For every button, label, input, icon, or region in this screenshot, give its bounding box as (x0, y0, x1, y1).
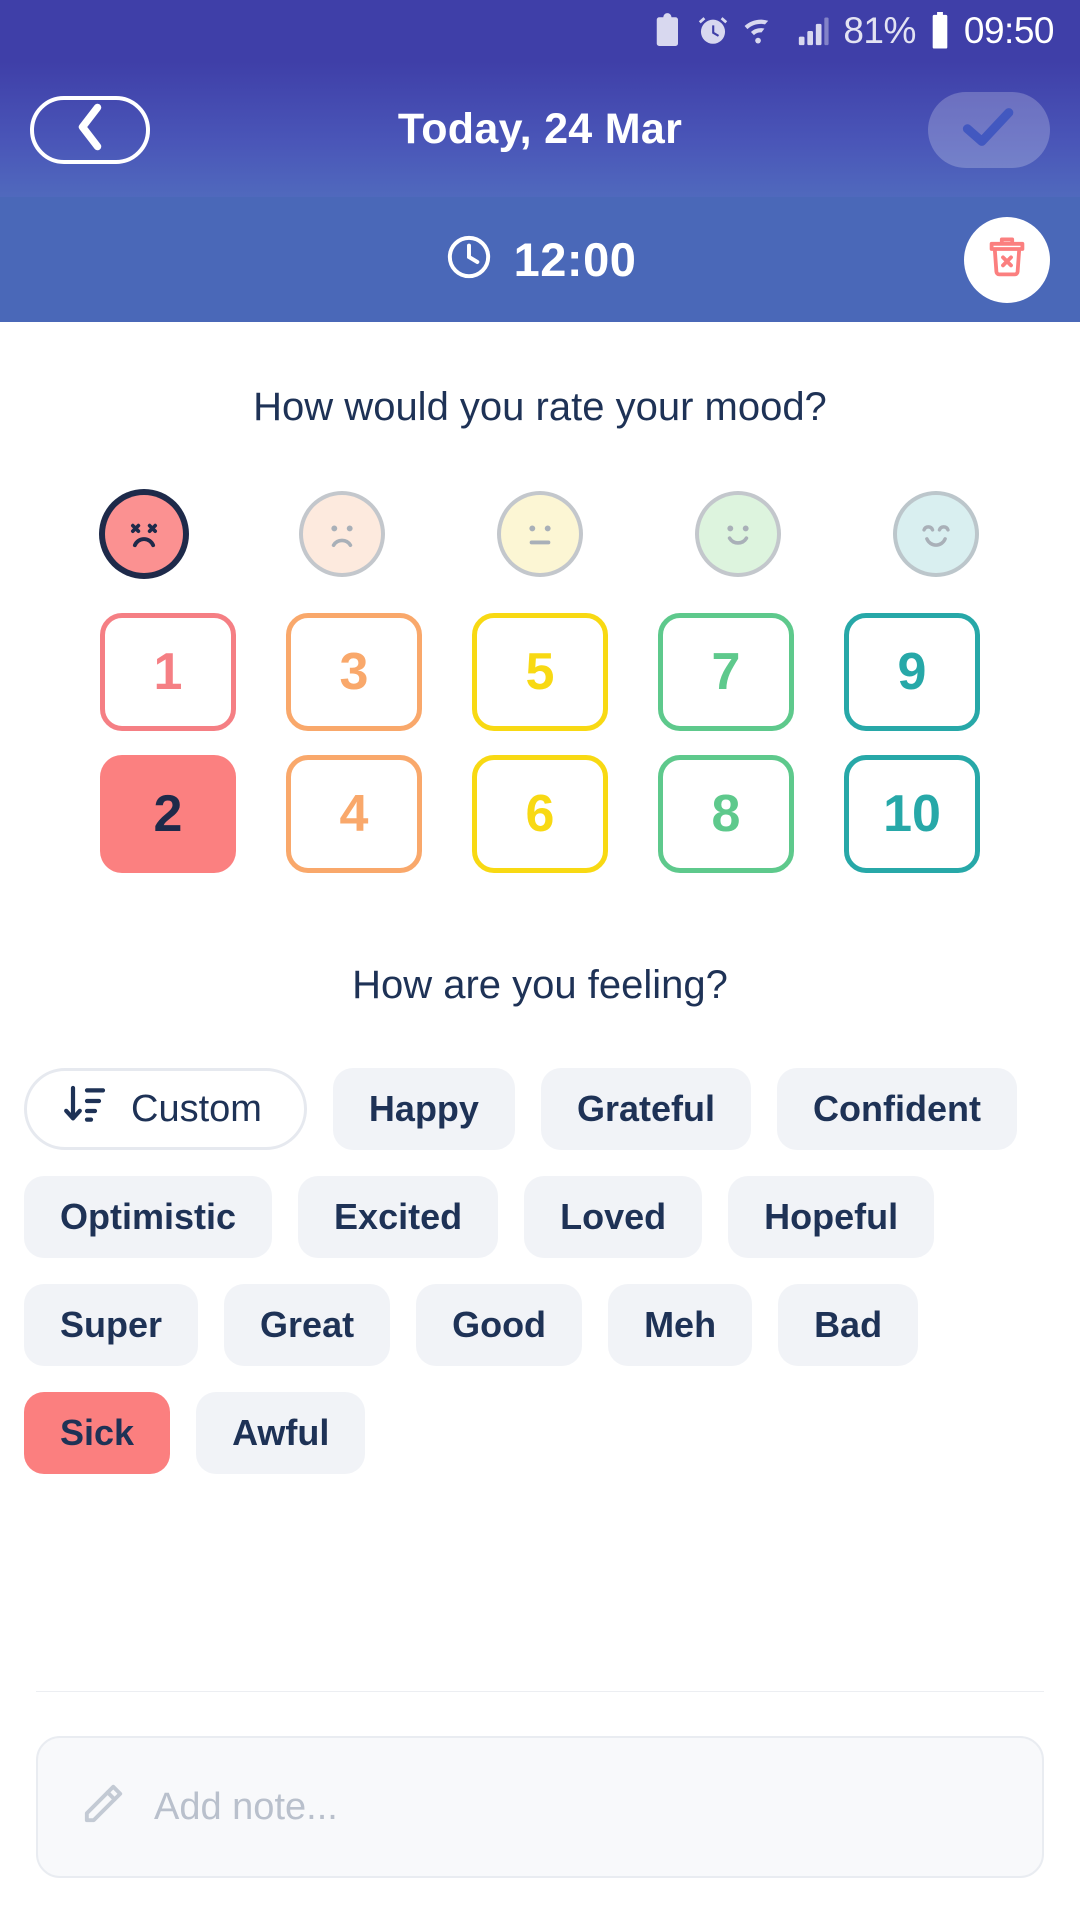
mood-face-awful[interactable] (105, 495, 183, 573)
battery-percent: 81% (843, 10, 916, 51)
sort-descending-icon (61, 1080, 109, 1138)
feeling-tag-label: Loved (560, 1196, 667, 1237)
mood-number-label: 10 (883, 785, 941, 843)
feeling-tag-happy[interactable]: Happy (332, 1068, 515, 1150)
feeling-tag-label: Optimistic (60, 1196, 237, 1237)
mood-number-9[interactable]: 9 (844, 613, 980, 731)
feelings-tag-list: Custom Happy Grateful Confident Optimist… (0, 1008, 1080, 1474)
entry-time: 12:00 (513, 233, 637, 286)
mood-number-6[interactable]: 6 (472, 755, 608, 873)
mood-number-label: 1 (153, 643, 183, 701)
mood-number-label: 2 (153, 785, 183, 843)
feeling-tag-label: Sick (60, 1412, 135, 1453)
chevron-left-icon (73, 103, 107, 156)
mood-face-good[interactable] (699, 495, 777, 573)
feeling-tag-bad[interactable]: Bad (778, 1284, 919, 1366)
check-icon (962, 105, 1016, 154)
note-divider (36, 1691, 1044, 1692)
time-bar: 12:00 (0, 197, 1080, 322)
mood-face-neutral[interactable] (501, 495, 579, 573)
mood-number-8[interactable]: 8 (658, 755, 794, 873)
time-display[interactable]: 12:00 (0, 232, 1080, 287)
custom-feeling-label: Custom (131, 1087, 262, 1130)
mood-number-5[interactable]: 5 (472, 613, 608, 731)
feeling-tag-label: Hopeful (764, 1196, 899, 1237)
mood-number-label: 9 (897, 643, 927, 701)
main-content: How would you rate your mood? 1 3 5 7 9 … (0, 322, 1080, 1474)
feeling-tag-optimistic[interactable]: Optimistic (24, 1176, 273, 1258)
feeling-tag-loved[interactable]: Loved (524, 1176, 703, 1258)
feeling-tag-label: Good (452, 1304, 547, 1345)
mood-face-great[interactable] (897, 495, 975, 573)
confirm-button[interactable] (928, 91, 1050, 168)
mood-number-label: 5 (525, 643, 555, 701)
trash-x-icon (983, 233, 1031, 286)
feeling-tag-label: Grateful (576, 1088, 715, 1129)
feeling-tag-label: Excited (334, 1196, 463, 1237)
status-bar: 81% 09:50 (0, 0, 1080, 62)
recycle-clipboard-icon (653, 13, 683, 49)
mood-number-label: 8 (711, 785, 741, 843)
feeling-tag-label: Great (260, 1304, 355, 1345)
add-note-placeholder: Add note... (154, 1785, 338, 1828)
mood-number-label: 6 (525, 785, 555, 843)
mood-number-4[interactable]: 4 (286, 755, 422, 873)
mood-number-grid: 1 3 5 7 9 2 4 6 8 10 (0, 573, 1080, 873)
feeling-tag-super[interactable]: Super (24, 1284, 199, 1366)
feeling-tag-meh[interactable]: Meh (608, 1284, 753, 1366)
feeling-tag-hopeful[interactable]: Hopeful (728, 1176, 935, 1258)
app-header: Today, 24 Mar (0, 62, 1080, 197)
signal-icon (796, 14, 830, 48)
alarm-icon (696, 14, 730, 48)
mood-number-label: 3 (339, 643, 369, 701)
feeling-tag-grateful[interactable]: Grateful (540, 1068, 751, 1150)
pencil-icon (76, 1779, 128, 1836)
add-note-input[interactable]: Add note... (36, 1736, 1044, 1878)
mood-section-title: How would you rate your mood? (253, 385, 827, 429)
mood-number-label: 4 (339, 785, 369, 843)
feeling-tag-label: Happy (368, 1088, 479, 1129)
feeling-tag-excited[interactable]: Excited (298, 1176, 499, 1258)
clock-icon (444, 232, 494, 287)
feeling-tag-awful[interactable]: Awful (196, 1392, 366, 1474)
feeling-tag-label: Awful (232, 1412, 330, 1453)
wifi-icon (743, 14, 783, 48)
feeling-tag-sick[interactable]: Sick (24, 1392, 171, 1474)
mood-number-3[interactable]: 3 (286, 613, 422, 731)
mood-number-7[interactable]: 7 (658, 613, 794, 731)
delete-entry-button[interactable] (964, 216, 1050, 303)
mood-faces-row (0, 430, 1080, 573)
feeling-tag-confident[interactable]: Confident (776, 1068, 1017, 1150)
mood-face-bad[interactable] (303, 495, 381, 573)
back-button[interactable] (30, 95, 150, 164)
feeling-tag-great[interactable]: Great (224, 1284, 391, 1366)
battery-icon (929, 12, 951, 50)
mood-number-2[interactable]: 2 (100, 755, 236, 873)
feelings-section-title: How are you feeling? (352, 963, 728, 1007)
page-title: Today, 24 Mar (397, 105, 683, 153)
feeling-tag-label: Super (60, 1304, 163, 1345)
mood-number-1[interactable]: 1 (100, 613, 236, 731)
mood-number-label: 7 (711, 643, 741, 701)
feeling-tag-good[interactable]: Good (416, 1284, 583, 1366)
note-area: Add note... (0, 1691, 1080, 1920)
status-bar-clock: 09:50 (963, 10, 1055, 51)
mood-number-10[interactable]: 10 (844, 755, 980, 873)
feeling-tag-label: Bad (814, 1304, 883, 1345)
feeling-tag-label: Confident (812, 1088, 981, 1129)
custom-feeling-button[interactable]: Custom (24, 1068, 307, 1150)
feeling-tag-label: Meh (644, 1304, 717, 1345)
